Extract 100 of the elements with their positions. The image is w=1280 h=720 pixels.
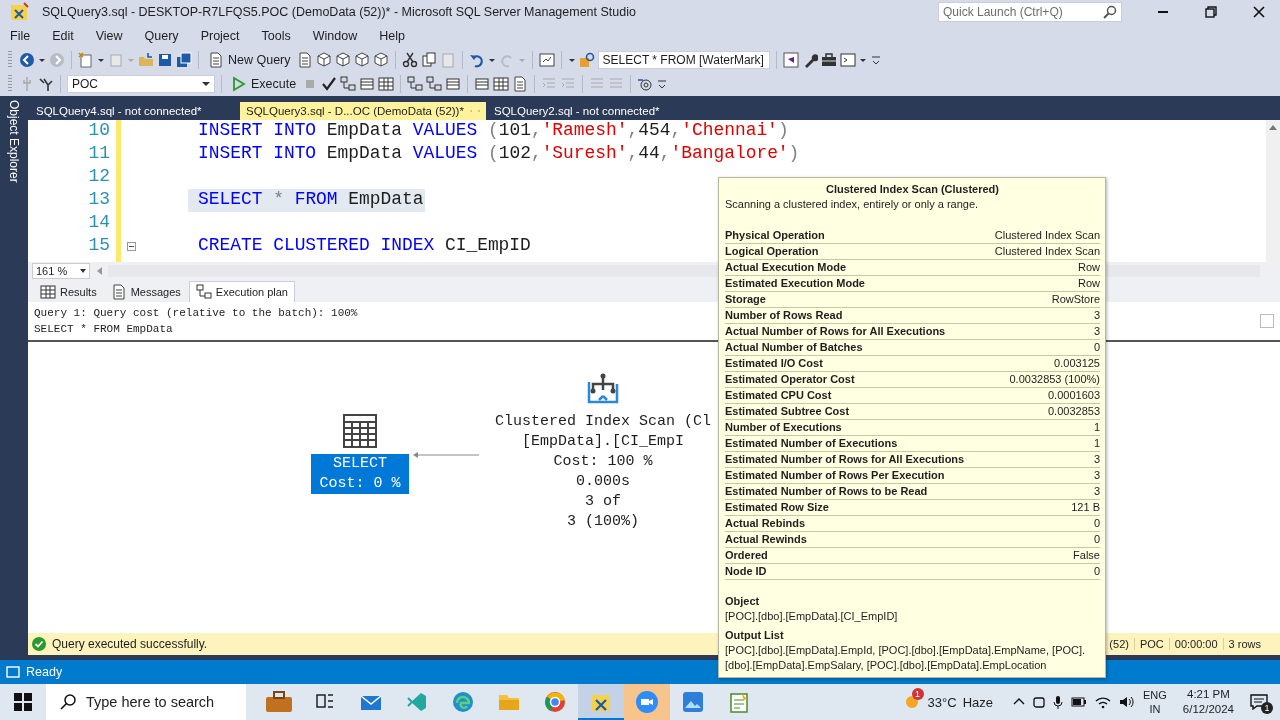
copy-icon[interactable] (420, 52, 437, 68)
restore-button[interactable] (1203, 4, 1219, 20)
taskbar-button[interactable] (578, 684, 624, 720)
close-button[interactable] (1251, 4, 1267, 20)
cube-icon[interactable] (353, 52, 370, 68)
property-value: 1 (1093, 436, 1100, 451)
wifi-icon[interactable] (1095, 695, 1111, 709)
new-query-button[interactable]: New Query (205, 51, 294, 69)
clock-time[interactable]: 4:21 PM (1187, 687, 1230, 702)
terminal-icon[interactable] (839, 52, 856, 68)
diagram-icon[interactable] (426, 76, 443, 92)
index-scan-icon[interactable] (586, 372, 620, 406)
battery-icon[interactable] (1071, 697, 1087, 707)
property-label: Estimated CPU Cost (725, 388, 832, 403)
menu-item[interactable]: Window (304, 29, 366, 43)
menu-item[interactable]: Edit (44, 29, 82, 43)
property-value: 3 (1093, 484, 1100, 499)
window-icon[interactable] (538, 52, 555, 68)
document-tab[interactable]: SQLQuery4.sql - not connected* (30, 102, 238, 120)
property-value: Row (1078, 276, 1100, 291)
section-heading: Object (725, 594, 761, 609)
quick-launch-field[interactable]: Quick Launch (Ctrl+Q) (938, 2, 1122, 22)
save-all-icon[interactable] (176, 52, 192, 68)
stack-icon[interactable] (474, 76, 491, 92)
browser-icon (452, 691, 474, 713)
open-folder-icon[interactable] (138, 52, 154, 68)
folder-icon (498, 693, 520, 711)
stack-icon[interactable] (445, 76, 462, 92)
property-label: Actual Rebinds (725, 516, 806, 531)
document-tab[interactable]: SQLQuery2.sql - not connected* (488, 102, 696, 120)
cube-icon[interactable] (372, 52, 389, 68)
database-combo[interactable]: POC (67, 75, 215, 93)
zoom-combo[interactable]: 161 % (32, 263, 90, 279)
line-number: 15 (88, 235, 110, 257)
status-item: 00:00:00 (1168, 638, 1223, 650)
property-value: 0.0032853 (1048, 404, 1100, 419)
search-icon (1103, 5, 1117, 19)
at-sign-icon[interactable] (637, 76, 654, 92)
speaker-icon[interactable] (1119, 695, 1135, 709)
property-label: Estimated Row Size (725, 500, 829, 515)
diagram-icon[interactable] (407, 76, 424, 92)
check-icon[interactable] (321, 76, 338, 92)
toolbox-icon[interactable] (820, 52, 837, 68)
plan-node-label[interactable]: SELECT Cost: 0 % (311, 454, 409, 494)
property-value: 121 B (1071, 500, 1100, 515)
stack-icon[interactable] (359, 76, 376, 92)
language-indicator[interactable]: ENG (1143, 688, 1167, 702)
save-icon[interactable] (157, 52, 173, 68)
execute-button[interactable]: Execute (228, 75, 300, 93)
region-indicator[interactable]: IN (1149, 702, 1161, 716)
property-value: 0 (1093, 516, 1100, 531)
clock-date[interactable]: 6/12/2024 (1182, 702, 1234, 717)
document-icon[interactable] (296, 52, 313, 68)
document-icon[interactable] (512, 76, 529, 92)
connection-icon[interactable] (38, 76, 54, 92)
property-label: Actual Number of Batches (725, 340, 863, 355)
video-call-icon (635, 690, 659, 714)
cube-icon[interactable] (334, 52, 351, 68)
notification-icon[interactable] (1250, 694, 1268, 710)
tooltip-description: Scanning a clustered index, entirely or only a range. (725, 197, 980, 212)
window-icon (6, 666, 20, 678)
cut-icon[interactable] (401, 52, 418, 68)
results-tab[interactable]: Execution plan (188, 281, 295, 302)
meet-icon[interactable] (1033, 695, 1045, 709)
menu-item[interactable]: Help (371, 29, 413, 43)
microphone-icon[interactable] (1053, 695, 1063, 709)
grid-icon[interactable] (493, 76, 510, 92)
menu-item[interactable]: Query (136, 29, 187, 43)
query-combo[interactable]: SELECT * FROM [WaterMark] (597, 51, 770, 69)
menu-item[interactable]: Tools (253, 29, 299, 43)
menu-item[interactable]: File (2, 29, 39, 43)
property-value: 0.003125 (1054, 356, 1100, 371)
scroll-up-icon[interactable] (1269, 124, 1277, 130)
table-icon[interactable] (343, 414, 377, 448)
vs-window-icon[interactable] (782, 52, 799, 68)
collapse-icon[interactable] (126, 242, 136, 251)
play-icon (231, 76, 247, 92)
results-tab[interactable]: Messages (104, 282, 187, 302)
search-box[interactable]: Type here to search (46, 684, 246, 720)
diagram-icon[interactable] (340, 76, 357, 92)
taskbar-button[interactable] (624, 684, 670, 720)
results-tab[interactable]: Results (34, 282, 103, 302)
windows-logo-icon[interactable] (14, 693, 32, 711)
property-label: Node ID (725, 564, 767, 579)
cube-icon[interactable] (315, 52, 332, 68)
code-editor-icon (407, 692, 427, 712)
property-label: Estimated Number of Rows Per Execution (725, 468, 945, 483)
property-label: Ordered (725, 548, 768, 563)
undo-icon[interactable] (468, 52, 485, 68)
menu-item[interactable]: Project (192, 29, 248, 43)
property-value: 0.0032853 (100%) (1009, 372, 1100, 387)
plan-node-label[interactable]: Clustered Index Scan (Cl [EmpData].[CI_EmpI Cost: 100 % 0.000s 3 of 3 (100%) (488, 412, 717, 532)
property-label: Estimated Number of Rows for All Executions (725, 452, 965, 467)
menu-item[interactable]: View (87, 29, 131, 43)
search-icon (60, 694, 76, 710)
line-number: 13 (88, 189, 110, 211)
back-icon[interactable] (19, 52, 35, 68)
grid-icon[interactable] (378, 76, 395, 92)
search-input[interactable]: Type here to search (86, 694, 246, 710)
find-icon[interactable] (578, 52, 595, 68)
